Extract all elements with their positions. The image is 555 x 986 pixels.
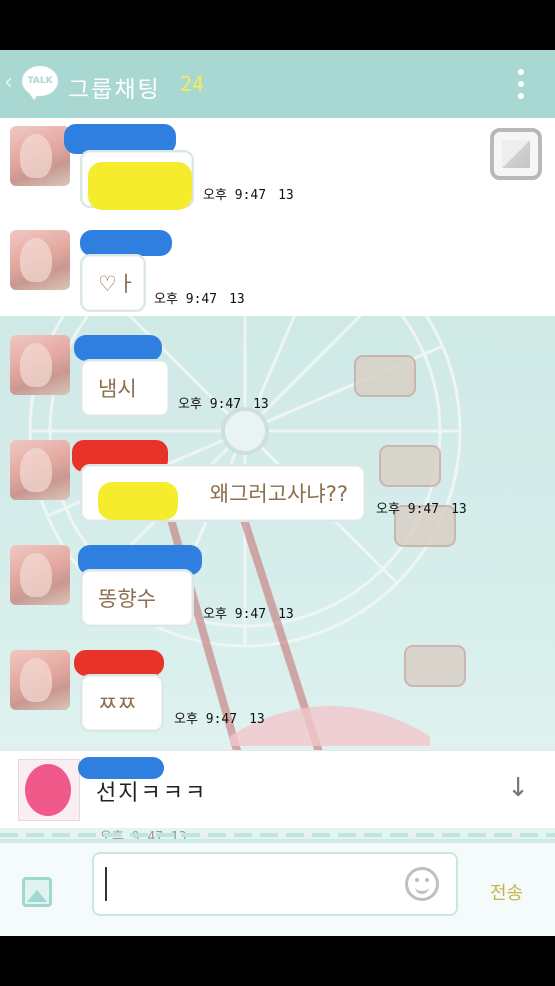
unread-count: 13: [249, 712, 265, 727]
text-redaction-scribble: [88, 162, 192, 210]
message-time: 오후 9:47: [174, 712, 238, 727]
message-meta: 오후 9:47 13: [178, 393, 269, 412]
message-time: 오후 9:47: [203, 188, 267, 203]
status-bar: [0, 0, 555, 50]
message-bubble[interactable]: 똥향수: [80, 569, 194, 627]
notification-text: 선지ㅋㅋㅋ: [96, 781, 208, 806]
message-time: 오후 9:47: [178, 397, 242, 412]
more-menu-icon[interactable]: [517, 69, 525, 99]
send-button[interactable]: 전송: [490, 879, 523, 905]
message-time: 오후 9:47: [203, 607, 267, 622]
message-text: ㅉㅉ: [98, 692, 137, 716]
message-text: 냄시: [98, 377, 137, 401]
message-bubble[interactable]: ㅉㅉ: [80, 674, 164, 732]
sender-avatar[interactable]: [10, 335, 70, 395]
message-text: 왜그러고사냐??: [209, 482, 348, 506]
photo-attach-icon[interactable]: [22, 877, 52, 907]
chat-message: 냄시 오후 9:47 13: [0, 329, 555, 433]
message-text: ♡ㅏ: [98, 272, 137, 296]
notification-avatar: [18, 759, 80, 821]
message-meta: 오후 9:47 13: [376, 498, 467, 517]
text-caret: [105, 867, 107, 901]
sender-avatar[interactable]: [10, 440, 70, 500]
room-title: 그룹채팅: [68, 77, 161, 103]
sender-avatar[interactable]: [10, 126, 70, 186]
message-bubble[interactable]: 냄시: [80, 359, 170, 417]
message-meta: 오후 9:47 13: [203, 184, 294, 203]
divider: [0, 833, 555, 837]
chat-message: ㅉㅉ 오후 9:47 13: [0, 644, 555, 748]
message-meta: 오후 9:47 13: [154, 288, 245, 307]
system-nav-bar: [0, 936, 555, 986]
message-text: 똥향수: [98, 587, 156, 611]
message-meta: 오후 9:47 13: [174, 708, 265, 727]
sender-avatar[interactable]: [10, 545, 70, 605]
message-time: 오후 9:47: [376, 502, 440, 517]
unread-count: 13: [278, 607, 294, 622]
back-chevron-icon[interactable]: ‹: [4, 68, 13, 98]
member-count: 24: [180, 72, 205, 96]
name-redaction-scribble: [74, 650, 164, 676]
message-input-bar: 전송: [0, 843, 555, 936]
chat-area[interactable]: 오후 9:47 13 ♡ㅏ 오후 9:47 13 냄시 오후 9:47 13 왜그러고…: [0, 118, 555, 844]
scroll-down-arrow-icon[interactable]: ↓: [507, 773, 529, 803]
unread-count: 13: [451, 502, 467, 517]
message-bubble[interactable]: ♡ㅏ: [80, 254, 146, 312]
new-message-notification[interactable]: 선지ㅋㅋㅋ ↓: [0, 750, 555, 828]
unread-count: 13: [229, 292, 245, 307]
unread-count: 13: [278, 188, 294, 203]
chat-message: ㄱ 똥향수 오후 9:4713: [0, 539, 555, 643]
sender-avatar[interactable]: [10, 230, 70, 290]
chat-message: 왜그러고사냐?? 오후 9:47 13: [0, 434, 555, 538]
name-redaction-scribble: [74, 335, 162, 361]
sender-avatar[interactable]: [10, 650, 70, 710]
kakaotalk-logo: TALK: [22, 66, 58, 100]
message-meta: 오후 9:47 13: [203, 603, 294, 622]
text-redaction-scribble: [98, 482, 178, 520]
chat-message: 오후 9:47 13: [0, 120, 555, 224]
name-redaction-scribble: [80, 230, 172, 256]
unread-count: 13: [253, 397, 269, 412]
chat-message: ♡ㅏ 오후 9:47 13: [0, 224, 555, 328]
message-time: 오후 9:47: [154, 292, 218, 307]
emoji-smiley-icon[interactable]: [405, 867, 439, 901]
chat-header: ‹ TALK 그룹채팅 24: [0, 50, 555, 118]
message-input[interactable]: [92, 852, 458, 916]
